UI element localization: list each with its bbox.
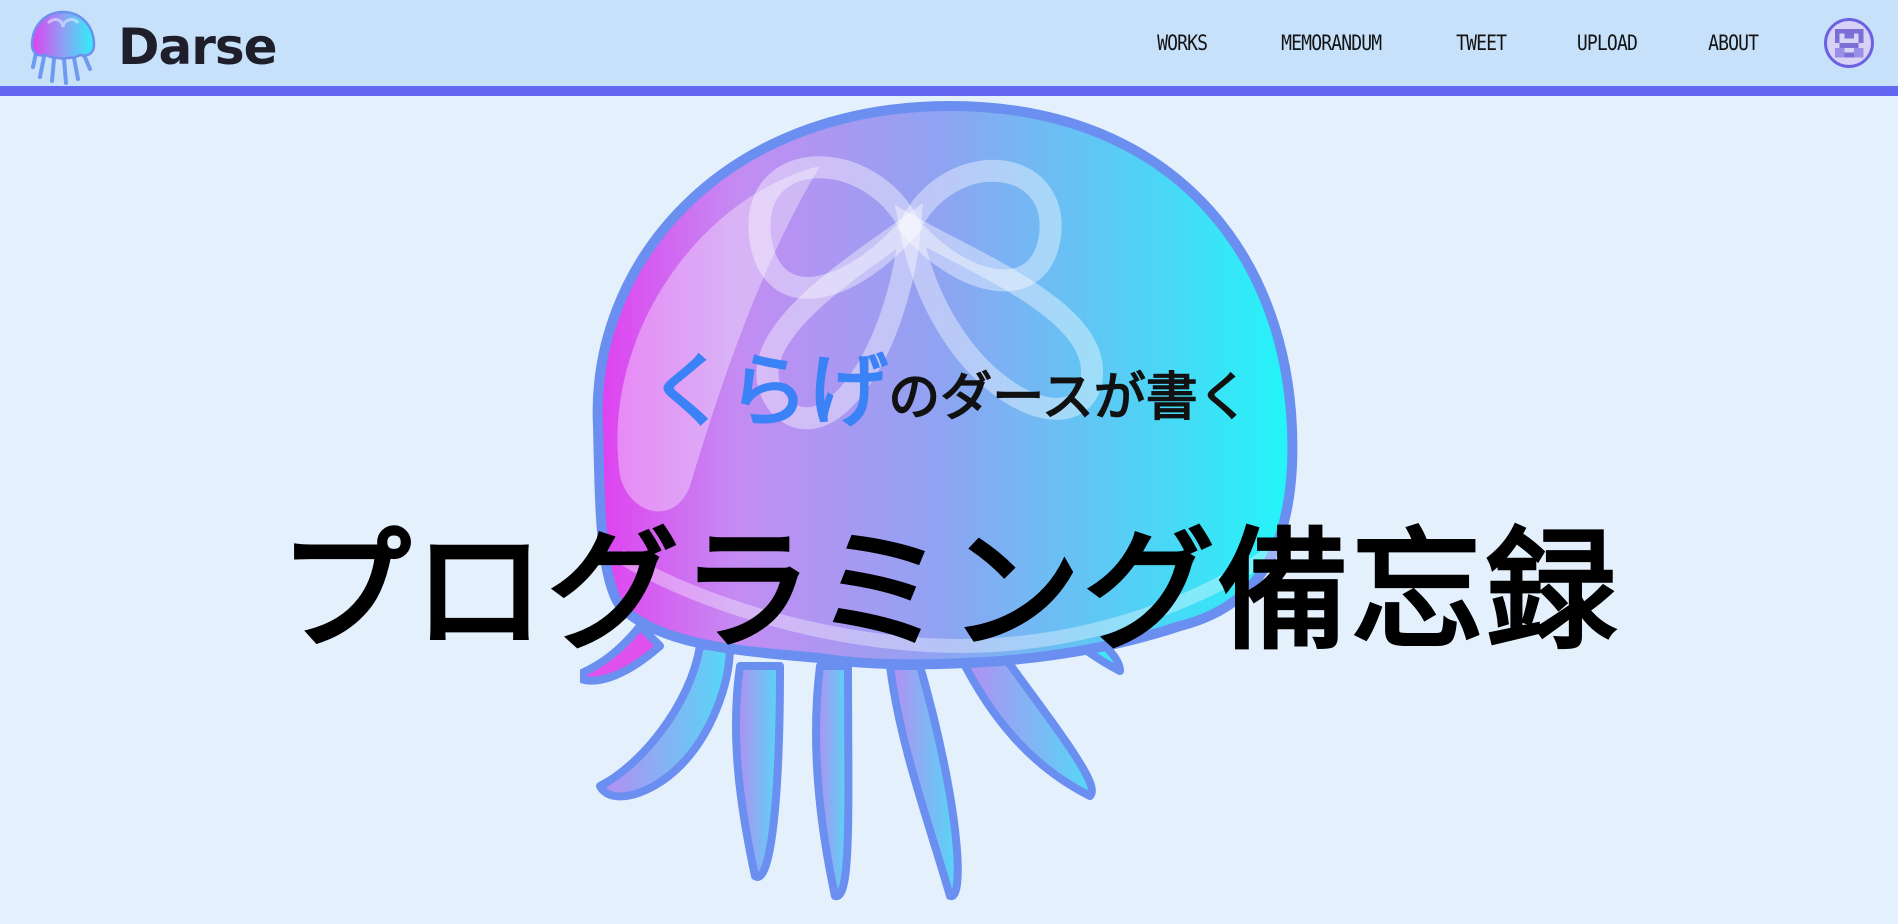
- subtitle-accent: くらげ: [648, 345, 889, 438]
- nav-about[interactable]: ABOUT: [1708, 32, 1759, 54]
- subtitle-rest: のダースが書く: [888, 368, 1250, 428]
- main-nav: WORKS MEMORANDUM TWEET UPLOAD ABOUT: [1153, 0, 1898, 86]
- hero-subtitle: くらげのダースが書く: [0, 352, 1898, 432]
- page-title: プログラミング備忘録: [279, 515, 1619, 669]
- hero-section: くらげのダースが書く プログラミング備忘録: [0, 96, 1898, 924]
- nav-works[interactable]: WORKS: [1157, 32, 1208, 54]
- nav-memorandum[interactable]: MEMORANDUM: [1281, 32, 1382, 54]
- nav-tweet[interactable]: TWEET: [1456, 32, 1507, 54]
- site-logo-text: Darse: [118, 18, 278, 76]
- user-avatar[interactable]: [1824, 18, 1874, 68]
- home-logo-link[interactable]: Darse: [28, 9, 278, 85]
- site-header: Darse WORKS MEMORANDUM TWEET UPLOAD ABOU…: [0, 0, 1898, 96]
- pixel-avatar-icon: [1830, 24, 1868, 62]
- jellyfish-logo-icon: [30, 10, 96, 85]
- jellyfish-illustration: [580, 100, 1298, 901]
- nav-upload[interactable]: UPLOAD: [1577, 32, 1638, 54]
